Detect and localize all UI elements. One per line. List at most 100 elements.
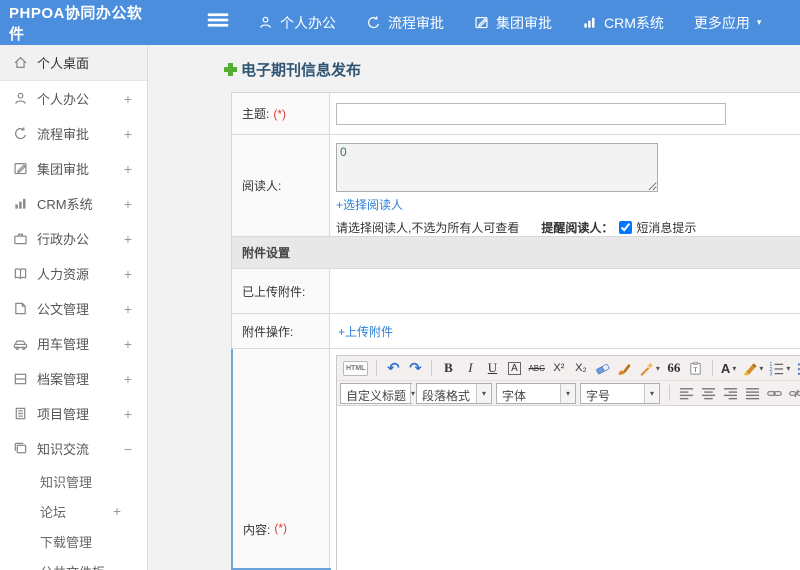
- redo-button[interactable]: ↷: [405, 358, 425, 378]
- person-icon: [258, 15, 273, 30]
- car-icon: [13, 336, 28, 351]
- select-label: 段落格式: [422, 388, 471, 403]
- sidebar-item-document-mgmt[interactable]: 公文管理 +: [0, 291, 147, 326]
- align-left-button[interactable]: [676, 383, 696, 403]
- document-icon: [13, 301, 28, 316]
- expand-icon: +: [123, 370, 132, 387]
- edit-icon: [13, 161, 28, 176]
- sidebar-item-archive-mgmt[interactable]: 档案管理 +: [0, 361, 147, 396]
- sidebar-item-forum[interactable]: 论坛 +: [0, 496, 147, 526]
- sidebar-item-label: 知识交流: [37, 442, 90, 457]
- bold-button[interactable]: B: [438, 358, 458, 378]
- sidebar-item-hr[interactable]: 人力资源 +: [0, 256, 147, 291]
- toolbar-separator: [376, 360, 378, 376]
- ordered-list-button[interactable]: 1 2 3 ▾: [767, 358, 792, 378]
- font-family-select[interactable]: 字体 ▾: [496, 382, 576, 404]
- unordered-list-button[interactable]: [794, 358, 800, 378]
- font-border-button[interactable]: A: [504, 358, 524, 378]
- sidebar-item-label: 公文管理: [37, 302, 90, 317]
- editor-content-area[interactable]: [337, 406, 800, 570]
- source-code-button[interactable]: HTML: [341, 358, 370, 378]
- font-color-button[interactable]: A ▾: [719, 358, 738, 378]
- book-icon: [13, 266, 28, 281]
- chevron-down-icon: ▾: [786, 363, 791, 373]
- align-justify-button[interactable]: [742, 383, 762, 403]
- nav-crm-system[interactable]: CRM系统: [582, 13, 664, 33]
- sidebar-item-process-approval[interactable]: 流程审批 +: [0, 116, 147, 151]
- nav-label: 更多应用: [693, 14, 750, 31]
- readers-hint-line: 请选择阅读人,不选为所有人可查看 提醒阅读人： 短消息提示: [336, 219, 800, 236]
- sms-remind-checkbox[interactable]: [619, 221, 633, 234]
- journal-publish-form: 主题: (*) 阅读人: 0 +选择阅读人 请选择阅读人,不选为所有人可查看 提醒…: [231, 92, 800, 570]
- project-icon: [13, 406, 28, 421]
- custom-title-select[interactable]: 自定义标题 ▾: [340, 382, 416, 404]
- sidebar-item-group-approval[interactable]: 集团审批 +: [0, 151, 147, 186]
- subscript-button[interactable]: X₂: [571, 358, 591, 378]
- process-icon: [366, 15, 381, 30]
- format-brush-button[interactable]: [615, 358, 635, 378]
- eraser-button[interactable]: [593, 358, 613, 378]
- link-icon: [766, 386, 782, 401]
- nav-group-approval[interactable]: 集团审批: [474, 13, 552, 33]
- paragraph-format-select[interactable]: 段落格式 ▾: [416, 382, 492, 404]
- select-label: 字号: [586, 388, 611, 403]
- readers-textarea[interactable]: 0: [336, 143, 658, 192]
- align-justify-icon: [745, 386, 760, 401]
- sidebar-item-label: 流程审批: [37, 127, 90, 142]
- italic-button-glyph: I: [468, 360, 473, 375]
- nav-process-approval[interactable]: 流程审批: [366, 13, 444, 33]
- upload-attachment-link[interactable]: +上传附件: [338, 323, 393, 340]
- sidebar-item-knowledge-exchange[interactable]: 知识交流 −: [0, 431, 147, 466]
- undo-button-glyph: ↶: [387, 360, 400, 377]
- sidebar-item-knowledge-mgmt[interactable]: 知识管理: [0, 466, 147, 496]
- sidebar-menu: 个人桌面 个人办公 + 流程审批 + 集团审批 + CRM系统 + 行政办公 + 人力资源 + 公文管理 +…: [0, 45, 148, 570]
- sidebar-item-project-mgmt[interactable]: 项目管理 +: [0, 396, 147, 431]
- font-size-select[interactable]: 字号 ▾: [580, 382, 660, 404]
- nav-label: CRM系统: [604, 14, 664, 31]
- sidebar-item-label: 行政办公: [37, 232, 90, 247]
- sidebar-item-label: 档案管理: [37, 372, 90, 387]
- strikethrough-button[interactable]: ABC: [526, 358, 546, 378]
- underline-button[interactable]: U: [482, 358, 502, 378]
- subject-input[interactable]: [336, 102, 726, 125]
- align-right-button[interactable]: [720, 383, 740, 403]
- expand-icon: +: [123, 265, 132, 282]
- sidebar-item-public-cabinet[interactable]: 公共文件柜: [0, 556, 147, 570]
- auto-typeset-button[interactable]: ▾: [637, 358, 662, 378]
- sidebar-item-crm[interactable]: CRM系统 +: [0, 186, 147, 221]
- highlight-button[interactable]: ▾: [740, 358, 765, 378]
- sidebar-item-label: 下载管理: [40, 534, 93, 550]
- sidebar-item-download-mgmt[interactable]: 下载管理: [0, 526, 147, 556]
- person-icon: [13, 91, 28, 106]
- link-button[interactable]: [764, 383, 784, 403]
- undo-button[interactable]: ↶: [383, 358, 403, 378]
- italic-button[interactable]: I: [460, 358, 480, 378]
- nav-personal-office[interactable]: 个人办公: [258, 13, 336, 33]
- superscript-button[interactable]: X²: [549, 358, 569, 378]
- clipboard-icon: T: [688, 361, 703, 376]
- select-readers-link[interactable]: +选择阅读人: [336, 196, 800, 213]
- align-right-icon: [723, 386, 738, 401]
- sidebar-item-admin-office[interactable]: 行政办公 +: [0, 221, 147, 256]
- nav-more-apps[interactable]: 更多应用 ▾: [694, 13, 762, 33]
- menu-toggle-button[interactable]: [206, 11, 230, 35]
- chevron-down-icon: ▾: [759, 363, 764, 373]
- blockquote-button[interactable]: 66: [664, 358, 684, 378]
- sidebar-item-label: 个人桌面: [37, 56, 90, 71]
- sidebar-item-desktop[interactable]: 个人桌面: [0, 45, 147, 81]
- unlink-button[interactable]: [786, 383, 800, 403]
- expand-icon: +: [123, 160, 132, 177]
- chevron-down-icon: ▾: [476, 383, 491, 403]
- align-center-button[interactable]: [698, 383, 718, 403]
- paste-text-button[interactable]: T: [686, 358, 706, 378]
- sidebar-item-label: 知识管理: [40, 474, 93, 490]
- font-border-button-glyph: A: [508, 361, 521, 375]
- expand-icon: +: [123, 195, 132, 212]
- chevron-down-icon: ▾: [732, 363, 737, 373]
- sidebar-item-vehicle-mgmt[interactable]: 用车管理 +: [0, 326, 147, 361]
- chevron-down-icon: ▾: [756, 17, 762, 27]
- expand-icon: +: [123, 230, 132, 247]
- sidebar-item-personal-office[interactable]: 个人办公 +: [0, 81, 147, 116]
- briefcase-icon: [13, 231, 28, 246]
- edit-icon: [474, 15, 489, 30]
